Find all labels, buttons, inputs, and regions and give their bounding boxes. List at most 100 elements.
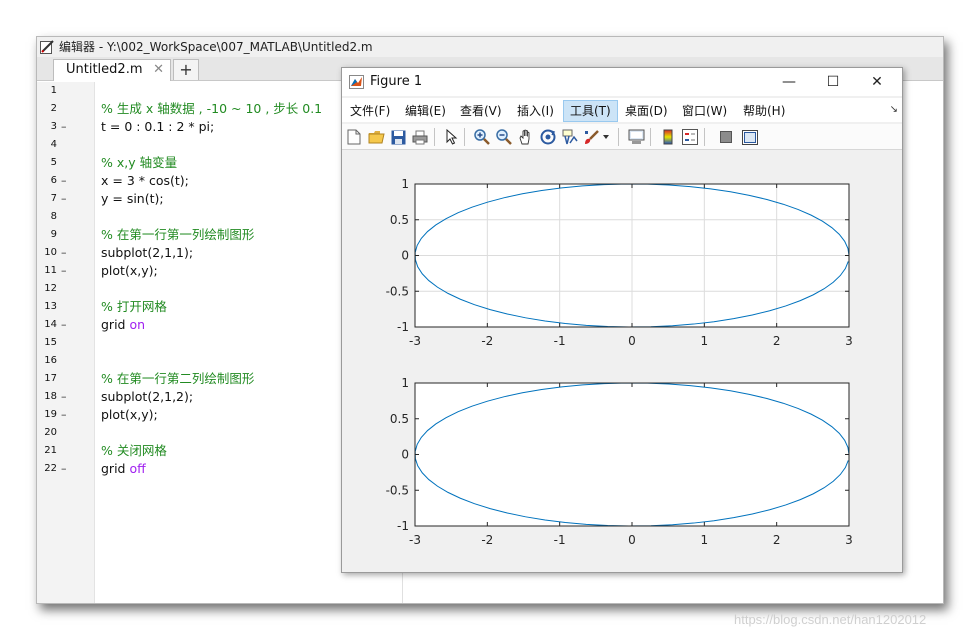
legend-icon[interactable] <box>680 127 700 147</box>
plot-area[interactable]: -3 -2 -1 0 1 2 310.50-0.5-1-3 -2 -1 0 1 2 310.50-0.5… <box>342 151 902 572</box>
hide-plot-tools-icon[interactable] <box>716 127 736 147</box>
pointer-icon[interactable] <box>442 127 462 147</box>
line-number: 14 <box>44 319 57 330</box>
figure-title-text: Figure 1 <box>370 74 423 89</box>
line-number: 5 <box>50 157 57 168</box>
executable-line-marker[interactable]: – <box>61 262 67 280</box>
code-token: t = 0 : 0.1 : 2 * pi; <box>101 119 215 134</box>
brush-dropdown-icon[interactable] <box>600 127 612 147</box>
code-text: % 关闭网格 <box>101 442 167 460</box>
colorbar-icon[interactable] <box>658 127 678 147</box>
line-number: 21 <box>44 445 57 456</box>
code-text: plot(x,y); <box>101 406 158 424</box>
toolbar-separator <box>464 128 465 146</box>
menu-tools[interactable]: 工具(T) <box>563 100 618 122</box>
line-number: 16 <box>44 355 57 366</box>
code-token: x = 3 * cos(t); <box>101 173 189 188</box>
line-number: 18 <box>44 391 57 402</box>
print-icon[interactable] <box>410 127 430 147</box>
executable-line-marker[interactable]: – <box>61 460 67 478</box>
x-tick-label: 3 <box>845 533 853 547</box>
line-number: 17 <box>44 373 57 384</box>
line-number: 3 <box>50 121 57 132</box>
tab-untitled2[interactable]: Untitled2.m ✕ <box>53 59 171 81</box>
x-tick-label: 1 <box>701 334 709 348</box>
executable-line-marker[interactable]: – <box>61 406 67 424</box>
code-token: subplot(2,1,1); <box>101 245 194 260</box>
menu-window[interactable]: 窗口(W) <box>676 100 733 122</box>
executable-line-marker[interactable]: – <box>61 190 67 208</box>
minimize-button[interactable]: — <box>766 68 812 96</box>
menu-edit[interactable]: 编辑(E) <box>399 100 452 122</box>
rotate-3d-icon[interactable] <box>538 127 558 147</box>
zoom-out-icon[interactable] <box>494 127 514 147</box>
executable-line-marker[interactable]: – <box>61 316 67 334</box>
figure-canvas[interactable]: -3 -2 -1 0 1 2 3 1 0.5 0 -0.5 -1 -3 -2 -1 0 1 2 3 1 0.5 0 -0.5… <box>342 151 902 572</box>
executable-line-marker[interactable]: – <box>61 172 67 190</box>
y-tick-label: 0.5 <box>390 213 409 227</box>
code-text: y = sin(t); <box>101 190 164 208</box>
x-tick-label: -3 <box>409 533 421 547</box>
data-cursor-icon[interactable] <box>560 127 580 147</box>
x-tick-label: 1 <box>701 533 709 547</box>
maximize-button[interactable]: ☐ <box>810 68 856 96</box>
code-text: % 打开网格 <box>101 298 167 316</box>
pan-hand-icon[interactable] <box>516 127 536 147</box>
code-text: % x,y 轴变量 <box>101 154 177 172</box>
menu-view[interactable]: 查看(V) <box>454 100 508 122</box>
line-number: 19 <box>44 409 57 420</box>
line-number: 9 <box>50 229 57 240</box>
code-keyword: off <box>129 461 146 476</box>
code-comment: % 在第一行第二列绘制图形 <box>101 371 255 386</box>
code-comment: % x,y 轴变量 <box>101 155 178 170</box>
executable-line-marker[interactable]: – <box>61 244 67 262</box>
x-tick-label: 0 <box>628 334 636 348</box>
line-number: 4 <box>50 139 57 150</box>
line-number: 2 <box>50 103 57 114</box>
x-tick-label: 2 <box>773 334 781 348</box>
menu-insert[interactable]: 插入(I) <box>511 100 560 122</box>
executable-line-marker[interactable]: – <box>61 118 67 136</box>
toolbar-separator <box>704 128 705 146</box>
show-plot-tools-icon[interactable] <box>740 127 760 147</box>
zoom-in-icon[interactable] <box>472 127 492 147</box>
y-tick-label: 0 <box>401 448 409 462</box>
executable-line-marker[interactable]: – <box>61 388 67 406</box>
line-number: 22 <box>44 463 57 474</box>
tab-label: Untitled2.m <box>66 62 143 77</box>
line-number: 13 <box>44 301 57 312</box>
screen: 编辑器 - Y:\002_WorkSpace\007_MATLAB\Untitl… <box>0 0 980 640</box>
code-token: grid <box>101 317 130 332</box>
line-number: 6 <box>50 175 57 186</box>
code-token: plot(x,y); <box>101 407 158 422</box>
code-comment: % 在第一行第一列绘制图形 <box>101 227 255 242</box>
new-file-icon[interactable] <box>344 127 364 147</box>
open-folder-icon[interactable] <box>366 127 386 147</box>
menu-help[interactable]: 帮助(H) <box>737 100 791 122</box>
link-plot-icon[interactable] <box>626 127 646 147</box>
watermark: https://blog.csdn.net/han1202012 <box>734 612 927 627</box>
toolbar-separator <box>650 128 651 146</box>
code-text: t = 0 : 0.1 : 2 * pi; <box>101 118 214 136</box>
line-number: 12 <box>44 283 57 294</box>
menu-desktop[interactable]: 桌面(D) <box>619 100 674 122</box>
code-token: subplot(2,1,2); <box>101 389 194 404</box>
brush-icon[interactable] <box>582 127 602 147</box>
menu-overflow-icon[interactable]: ↘ <box>890 104 898 115</box>
code-text: plot(x,y); <box>101 262 158 280</box>
new-tab-button[interactable]: + <box>173 59 199 80</box>
code-text: subplot(2,1,1); <box>101 244 193 262</box>
x-tick-label: -1 <box>554 334 566 348</box>
menu-file[interactable]: 文件(F) <box>344 100 396 122</box>
code-text: subplot(2,1,2); <box>101 388 193 406</box>
figure-window: Figure 1 — ☐ ✕ 文件(F) 编辑(E) 查看(V) 插入(I) 工… <box>341 67 903 573</box>
tab-close-icon[interactable]: ✕ <box>153 60 164 80</box>
save-icon[interactable] <box>388 127 408 147</box>
code-token: grid <box>101 461 130 476</box>
toolbar-separator <box>434 128 435 146</box>
x-tick-label: -2 <box>481 334 493 348</box>
x-tick-label: -1 <box>554 533 566 547</box>
axes-background[interactable] <box>415 383 849 526</box>
close-button[interactable]: ✕ <box>854 68 900 96</box>
code-text: x = 3 * cos(t); <box>101 172 189 190</box>
